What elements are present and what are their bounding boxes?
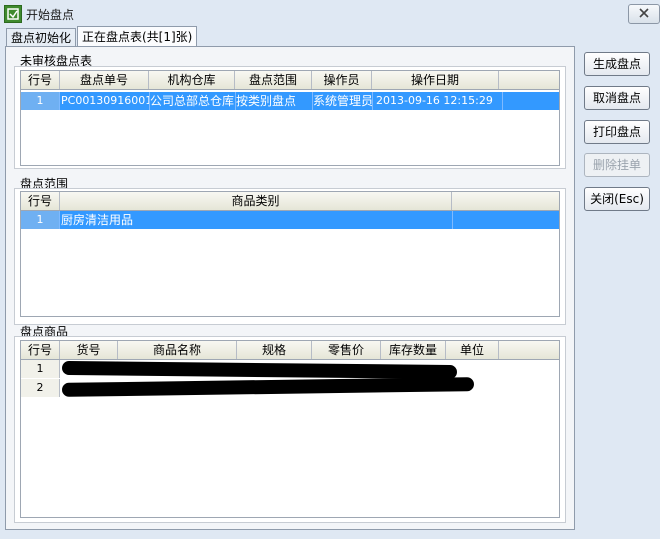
col-header[interactable]: 行号 [21, 192, 60, 210]
operator: 系统管理员 [313, 92, 373, 110]
print-inventory-button[interactable]: 打印盘点 [584, 120, 650, 144]
title-bar: 开始盘点 [0, 0, 660, 28]
col-header[interactable]: 操作日期 [372, 71, 499, 89]
row-number: 2 [21, 379, 60, 397]
row-number: 1 [21, 211, 60, 229]
scope-table: 行号 商品类别 1 厨房清洁用品 [20, 191, 560, 317]
delete-hold-button[interactable]: 删除挂单 [584, 153, 650, 177]
scope-table-header: 行号 商品类别 [21, 192, 559, 211]
col-header[interactable]: 商品类别 [60, 192, 452, 210]
cancel-inventory-button[interactable]: 取消盘点 [584, 86, 650, 110]
tab-inventory-init[interactable]: 盘点初始化 [6, 28, 77, 47]
category: 厨房清洁用品 [60, 211, 453, 229]
col-header[interactable]: 行号 [21, 71, 60, 89]
window-title: 开始盘点 [26, 8, 75, 22]
scope: 按类别盘点 [235, 92, 313, 110]
operation-date: 2013-09-16 12:15:29 [372, 92, 503, 110]
table-row[interactable]: 1 厨房清洁用品 [21, 211, 559, 229]
close-esc-button[interactable]: 关闭(Esc) [584, 187, 650, 211]
close-icon [639, 8, 649, 18]
col-header[interactable]: 机构仓库 [149, 71, 235, 89]
goods-table-header: 行号 货号 商品名称 规格 零售价 库存数量 单位 [21, 341, 559, 360]
tab-in-progress[interactable]: 正在盘点表(共[1]张) [77, 26, 198, 47]
col-header[interactable]: 规格 [237, 341, 312, 359]
col-header[interactable]: 库存数量 [381, 341, 446, 359]
pending-table-header: 行号 盘点单号 机构仓库 盘点范围 操作员 操作日期 [21, 71, 559, 90]
col-header[interactable]: 商品名称 [118, 341, 237, 359]
generate-inventory-button[interactable]: 生成盘点 [584, 52, 650, 76]
col-header[interactable]: 零售价 [312, 341, 381, 359]
row-number: 1 [21, 360, 60, 378]
col-header[interactable]: 盘点范围 [235, 71, 312, 89]
col-header[interactable]: 单位 [446, 341, 499, 359]
col-header[interactable]: 盘点单号 [60, 71, 149, 89]
col-header[interactable]: 行号 [21, 341, 60, 359]
window-close-button[interactable] [628, 4, 660, 24]
pending-table: 行号 盘点单号 机构仓库 盘点范围 操作员 操作日期 1 PC001309160… [20, 70, 560, 166]
order-number: PC001309160010 [60, 92, 150, 110]
col-header[interactable]: 操作员 [312, 71, 372, 89]
col-header[interactable]: 货号 [60, 341, 118, 359]
warehouse: 公司总部总仓库 [150, 92, 236, 110]
row-number: 1 [21, 92, 60, 110]
table-row[interactable]: 1 PC001309160010 公司总部总仓库 按类别盘点 系统管理员 201… [21, 92, 559, 110]
app-logo-icon [4, 5, 22, 23]
